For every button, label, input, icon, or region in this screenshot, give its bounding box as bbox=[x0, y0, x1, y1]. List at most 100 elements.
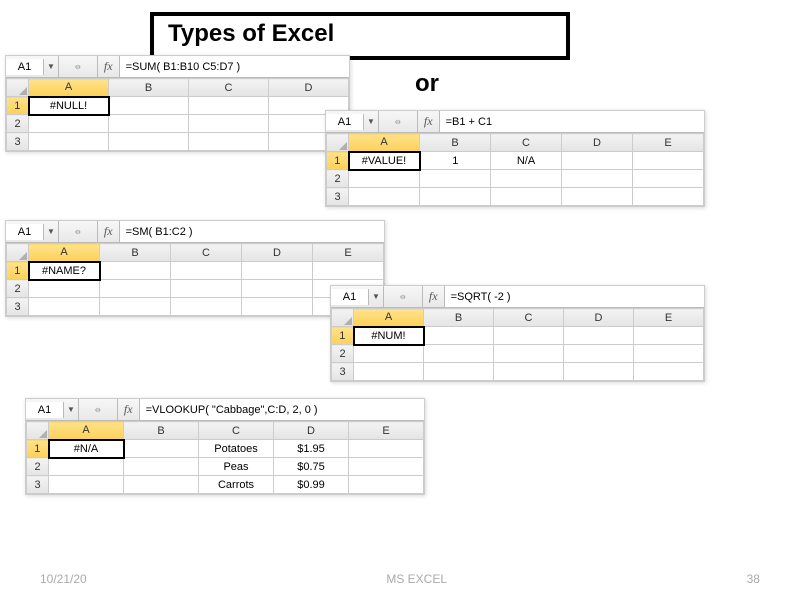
cell-c1[interactable]: Potatoes bbox=[199, 440, 274, 458]
cell[interactable] bbox=[564, 327, 634, 345]
name-box-dropdown-icon[interactable]: ▼ bbox=[364, 111, 379, 132]
cell[interactable] bbox=[424, 363, 494, 381]
cell[interactable] bbox=[349, 188, 420, 206]
col-header-b[interactable]: B bbox=[424, 309, 494, 327]
col-header-c[interactable]: C bbox=[199, 422, 274, 440]
col-header-d[interactable]: D bbox=[274, 422, 349, 440]
col-header-a[interactable]: A bbox=[29, 79, 109, 97]
formula-input[interactable]: =SQRT( -2 ) bbox=[445, 286, 704, 307]
cell-d1[interactable] bbox=[562, 152, 633, 170]
cell[interactable] bbox=[564, 363, 634, 381]
cell-b3[interactable] bbox=[124, 476, 199, 494]
row-header-2[interactable]: 2 bbox=[332, 345, 354, 363]
cell[interactable] bbox=[109, 115, 189, 133]
row-header-1[interactable]: 1 bbox=[7, 262, 29, 280]
select-all-corner[interactable] bbox=[27, 422, 49, 440]
col-header-c[interactable]: C bbox=[491, 134, 562, 152]
col-header-b[interactable]: B bbox=[420, 134, 491, 152]
spreadsheet-grid[interactable]: A B C D E 1 #VALUE! 1 N/A 2 3 bbox=[326, 133, 704, 206]
row-header-2[interactable]: 2 bbox=[7, 280, 29, 298]
select-all-corner[interactable] bbox=[327, 134, 349, 152]
cell-d3[interactable]: $0.99 bbox=[274, 476, 349, 494]
cell-b2[interactable] bbox=[124, 458, 199, 476]
col-header-a[interactable]: A bbox=[49, 422, 124, 440]
spreadsheet-grid[interactable]: A B C D E 1 #N/A Potatoes $1.95 2 Peas $… bbox=[26, 421, 424, 494]
col-header-c[interactable]: C bbox=[189, 79, 269, 97]
cell-c1[interactable] bbox=[189, 97, 269, 115]
cell[interactable] bbox=[633, 170, 704, 188]
row-header-1[interactable]: 1 bbox=[7, 97, 29, 115]
col-header-e[interactable]: E bbox=[313, 244, 384, 262]
cell[interactable] bbox=[562, 170, 633, 188]
spreadsheet-grid[interactable]: A B C D E 1 #NAME? 2 3 bbox=[6, 243, 384, 316]
name-box-dropdown-icon[interactable]: ▼ bbox=[44, 56, 59, 77]
cell-a2[interactable] bbox=[49, 458, 124, 476]
name-box[interactable]: A1 bbox=[326, 114, 364, 130]
cell[interactable] bbox=[564, 345, 634, 363]
row-header-3[interactable]: 3 bbox=[7, 133, 29, 151]
cell-a3[interactable] bbox=[49, 476, 124, 494]
cell[interactable] bbox=[29, 280, 100, 298]
cell[interactable] bbox=[100, 298, 171, 316]
cell[interactable] bbox=[313, 262, 384, 280]
cell[interactable] bbox=[109, 133, 189, 151]
cell-b1[interactable] bbox=[124, 440, 199, 458]
cell-a1[interactable]: #VALUE! bbox=[349, 152, 420, 170]
cell[interactable] bbox=[29, 298, 100, 316]
col-header-b[interactable]: B bbox=[109, 79, 189, 97]
cell[interactable] bbox=[420, 188, 491, 206]
cell[interactable] bbox=[189, 115, 269, 133]
col-header-a[interactable]: A bbox=[349, 134, 420, 152]
col-header-d[interactable]: D bbox=[269, 79, 349, 97]
fx-icon[interactable]: fx bbox=[97, 221, 120, 242]
row-header-1[interactable]: 1 bbox=[332, 327, 354, 345]
cell-c2[interactable]: Peas bbox=[199, 458, 274, 476]
col-header-e[interactable]: E bbox=[349, 422, 424, 440]
cell[interactable] bbox=[242, 280, 313, 298]
cell-a1[interactable]: #NAME? bbox=[29, 262, 100, 280]
cell-b1[interactable]: 1 bbox=[420, 152, 491, 170]
cell[interactable] bbox=[491, 170, 562, 188]
col-header-e[interactable]: E bbox=[634, 309, 704, 327]
cell[interactable] bbox=[634, 363, 704, 381]
name-box-dropdown-icon[interactable]: ▼ bbox=[64, 399, 79, 420]
cell[interactable] bbox=[349, 170, 420, 188]
row-header-3[interactable]: 3 bbox=[327, 188, 349, 206]
cell[interactable] bbox=[634, 345, 704, 363]
formula-input[interactable]: =B1 + C1 bbox=[440, 111, 704, 132]
cell-a1[interactable]: #NULL! bbox=[29, 97, 109, 115]
col-header-d[interactable]: D bbox=[242, 244, 313, 262]
col-header-c[interactable]: C bbox=[171, 244, 242, 262]
cell[interactable] bbox=[494, 327, 564, 345]
cell-d2[interactable]: $0.75 bbox=[274, 458, 349, 476]
cell-b1[interactable] bbox=[109, 97, 189, 115]
row-header-1[interactable]: 1 bbox=[27, 440, 49, 458]
cell[interactable] bbox=[420, 170, 491, 188]
cell[interactable] bbox=[424, 327, 494, 345]
name-box[interactable]: A1 bbox=[331, 289, 369, 305]
cell-a1[interactable]: #NUM! bbox=[354, 327, 424, 345]
row-header-2[interactable]: 2 bbox=[327, 170, 349, 188]
cell[interactable] bbox=[424, 345, 494, 363]
cell[interactable] bbox=[354, 363, 424, 381]
cell[interactable] bbox=[491, 188, 562, 206]
row-header-3[interactable]: 3 bbox=[27, 476, 49, 494]
fx-icon[interactable]: fx bbox=[422, 286, 445, 307]
cell[interactable] bbox=[633, 188, 704, 206]
cell[interactable] bbox=[494, 363, 564, 381]
cell[interactable] bbox=[189, 133, 269, 151]
name-box[interactable]: A1 bbox=[26, 402, 64, 418]
col-header-b[interactable]: B bbox=[124, 422, 199, 440]
cell-e2[interactable] bbox=[349, 458, 424, 476]
cell-e1[interactable] bbox=[349, 440, 424, 458]
cell[interactable] bbox=[242, 262, 313, 280]
row-header-2[interactable]: 2 bbox=[7, 115, 29, 133]
name-box[interactable]: A1 bbox=[6, 224, 44, 240]
cell[interactable] bbox=[171, 262, 242, 280]
col-header-a[interactable]: A bbox=[354, 309, 424, 327]
fx-icon[interactable]: fx bbox=[417, 111, 440, 132]
cell-c3[interactable]: Carrots bbox=[199, 476, 274, 494]
col-header-e[interactable]: E bbox=[633, 134, 704, 152]
name-box-dropdown-icon[interactable]: ▼ bbox=[44, 221, 59, 242]
col-header-a[interactable]: A bbox=[29, 244, 100, 262]
